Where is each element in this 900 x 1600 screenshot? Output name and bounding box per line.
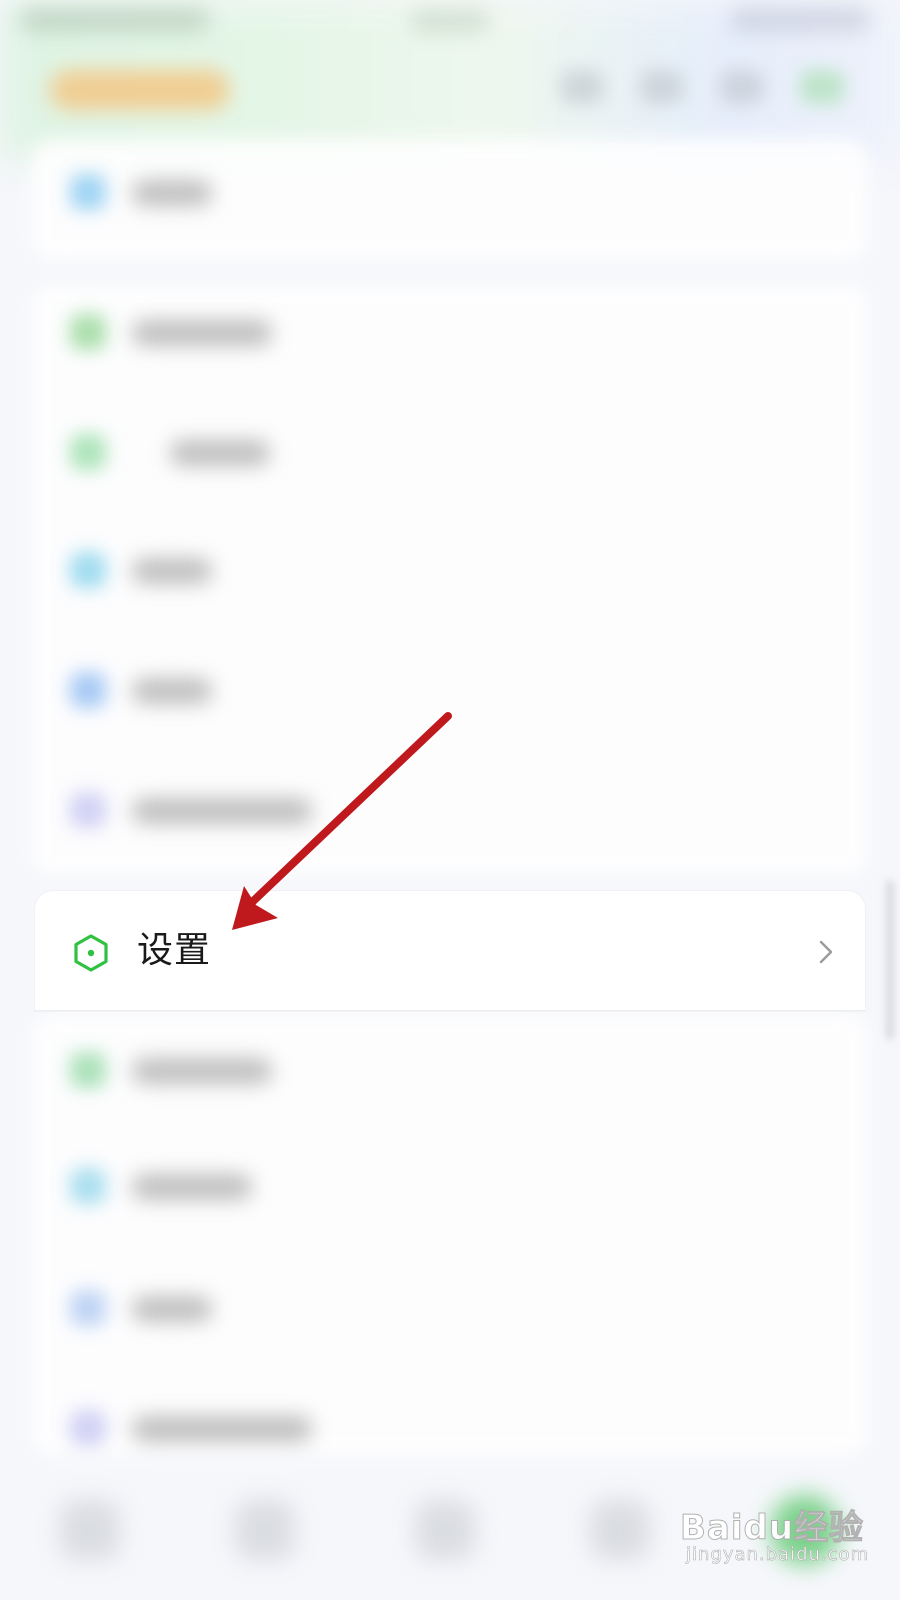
bottom-tab xyxy=(415,1500,475,1560)
bottom-tab xyxy=(235,1500,295,1560)
chevron-right-icon xyxy=(819,940,833,964)
header-icon xyxy=(560,70,604,104)
header-pill-button xyxy=(50,70,230,110)
blurred-list-item xyxy=(70,670,330,710)
blurred-list-item xyxy=(70,790,330,830)
watermark-brand: Baidu经验 xyxy=(679,1508,865,1549)
status-bar-left xyxy=(20,8,210,32)
bottom-tab xyxy=(60,1500,120,1560)
header-icon xyxy=(800,70,844,104)
blurred-list-item xyxy=(70,1166,330,1206)
watermark-url: jingyan.baidu.com xyxy=(686,1544,870,1566)
blurred-list-item xyxy=(70,172,330,212)
blurred-list-item xyxy=(70,1408,330,1448)
blurred-list-item xyxy=(70,432,330,472)
status-bar-center xyxy=(410,10,490,32)
status-bar-right xyxy=(730,8,870,32)
blurred-list-item xyxy=(70,1050,330,1090)
scrollbar xyxy=(886,880,894,1040)
settings-label: 设置 xyxy=(137,930,212,971)
bottom-tab xyxy=(590,1500,650,1560)
blurred-background xyxy=(0,0,900,1600)
baidu-jingyan-watermark: Baidu经验 jingyan.baidu.com xyxy=(679,1500,870,1580)
blurred-list-item xyxy=(70,550,330,590)
blurred-list-item xyxy=(70,312,330,352)
header-icon xyxy=(720,70,764,104)
header-icon xyxy=(640,70,684,104)
settings-menu-item[interactable]: 设置 xyxy=(35,891,865,1011)
blurred-list-item xyxy=(70,1288,330,1328)
hexagon-settings-icon xyxy=(74,934,108,972)
